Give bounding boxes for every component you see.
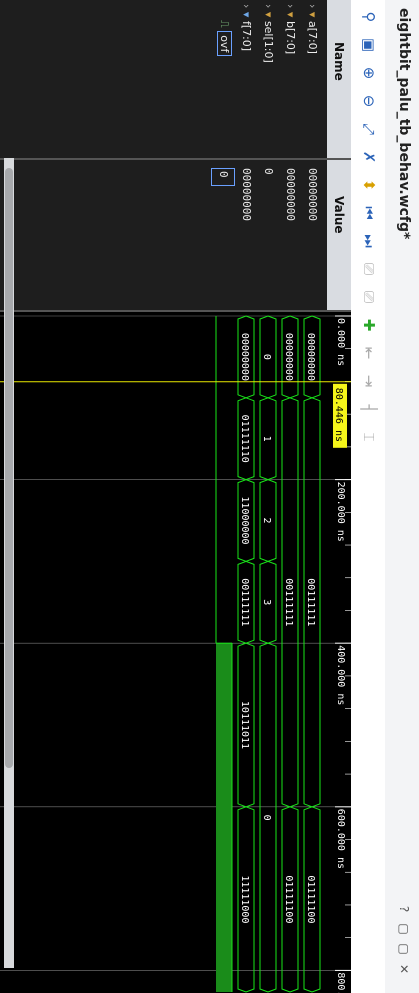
value-column: Value 00000000 00000000 0 00000000 0 bbox=[0, 158, 351, 312]
bus-value-f: 00111111 bbox=[239, 578, 250, 626]
search-icon[interactable]: ⚲ bbox=[358, 6, 380, 28]
bus-value-f: 11111000 bbox=[239, 875, 250, 923]
signal-name: a[7:0] bbox=[306, 20, 319, 54]
scrollbar-thumb[interactable] bbox=[5, 168, 13, 768]
signal-row-b[interactable]: › ▾ b[7:0] bbox=[279, 4, 301, 54]
goto-cursor-icon[interactable]: ⬍ bbox=[358, 174, 380, 196]
time-tick-label: 0.000 ns bbox=[335, 318, 346, 366]
waveform-area[interactable]: 0.000 ns 200.000 ns 400.000 ns 600.000 ns 80… bbox=[0, 310, 351, 993]
close-icon[interactable]: ✕ bbox=[397, 962, 411, 976]
bus-value-b: 00111111 bbox=[283, 578, 294, 626]
bus-value-sel: 0 bbox=[261, 354, 272, 360]
bus-value-f: 11000000 bbox=[239, 496, 250, 544]
value-header: Value bbox=[327, 160, 351, 312]
bus-value-f: 01111110 bbox=[239, 415, 250, 463]
restore-icon[interactable]: ▢ bbox=[397, 922, 411, 936]
zoom-fit-icon[interactable]: ⤢ bbox=[358, 118, 380, 140]
waveform-window: eightbit_palu_tb_behav.wcfg* ? ▢ ▢ ✕ ⚲ ▣… bbox=[0, 0, 419, 993]
name-header-label: Name bbox=[332, 42, 346, 81]
goto-end-icon[interactable]: ⏭ bbox=[358, 230, 380, 252]
expand-icon[interactable]: › bbox=[240, 4, 253, 8]
bus-value-f: 10111011 bbox=[239, 701, 250, 749]
bus-value-b: 01111100 bbox=[283, 875, 294, 923]
name-header: Name bbox=[327, 0, 351, 158]
title-bar: eightbit_palu_tb_behav.wcfg* ? ▢ ▢ ✕ bbox=[384, 0, 419, 993]
signal-row-f[interactable]: › ▾ f[7:0] bbox=[235, 4, 257, 51]
bus-icon: ▾ bbox=[262, 11, 275, 18]
signal-row-ovf[interactable]: ⎍ ovf bbox=[213, 20, 235, 57]
cursor-icon[interactable]: ✗ bbox=[358, 146, 380, 168]
signal-row-a[interactable]: › ▾ a[7:0] bbox=[301, 4, 323, 54]
toolbar: ⚲ ▣ ⊕ ⊖ ⤢ ✗ ⬍ ⏮ ⏭ ⎚ ⎚ ✚ ⇤ ⇥ ┤ ⌶ ⚙ bbox=[316, 0, 385, 993]
signal-name: ovf bbox=[217, 31, 232, 57]
maximize-icon[interactable]: ▢ bbox=[397, 942, 411, 956]
bus-value-a: 00111111 bbox=[305, 578, 316, 626]
name-column: Name › ▾ a[7:0] › ▾ b[7:0] › ▾ sel[1:0] … bbox=[0, 0, 351, 158]
time-tick-label: 600.000 ns bbox=[335, 809, 346, 869]
time-tick-label: 800.000 ns bbox=[335, 972, 346, 993]
signal-value-b: 00000000 bbox=[284, 168, 297, 221]
bus-value-f: 00000000 bbox=[239, 333, 250, 381]
bus-value-sel: 2 bbox=[261, 517, 272, 523]
bus-value-sel: 1 bbox=[261, 436, 272, 442]
help-icon[interactable]: ? bbox=[397, 902, 411, 916]
goto-start-icon[interactable]: ⏮ bbox=[358, 202, 380, 224]
bus-icon: ▾ bbox=[284, 11, 297, 18]
bus-value-a: 00000000 bbox=[305, 333, 316, 381]
time-tick-label: 400.000 ns bbox=[335, 645, 346, 705]
next-marker-icon[interactable]: ⇥ bbox=[358, 370, 380, 392]
expand-icon[interactable]: › bbox=[306, 4, 319, 8]
signal-name: f[7:0] bbox=[240, 20, 253, 52]
waveform-canvas[interactable]: 0.000 ns 200.000 ns 400.000 ns 600.000 ns 80… bbox=[0, 312, 351, 993]
signal-row-sel[interactable]: › ▾ sel[1:0] bbox=[257, 4, 279, 63]
window-title: eightbit_palu_tb_behav.wcfg* bbox=[396, 8, 412, 240]
bus-icon: ▾ bbox=[240, 11, 253, 18]
signal-name: b[7:0] bbox=[284, 20, 297, 55]
next-transition-icon[interactable]: ⎚ bbox=[358, 286, 380, 308]
signal-value-sel: 0 bbox=[262, 168, 275, 175]
bus-value-sel: 3 bbox=[261, 599, 272, 605]
bit-icon: ⎍ bbox=[218, 20, 231, 28]
bus-value-b: 00000000 bbox=[283, 333, 294, 381]
zoom-in-icon[interactable]: ⊕ bbox=[358, 62, 380, 84]
horizontal-scrollbar[interactable] bbox=[4, 158, 14, 968]
signal-value-f: 00000000 bbox=[240, 168, 253, 221]
swap-cursor-icon[interactable]: ┤ bbox=[358, 398, 380, 420]
previous-transition-icon[interactable]: ⎚ bbox=[358, 258, 380, 280]
expand-icon[interactable]: › bbox=[262, 4, 275, 8]
snap-icon[interactable]: ⌶ bbox=[358, 426, 380, 448]
save-icon[interactable]: ▣ bbox=[358, 34, 380, 56]
time-tick-label: 200.000 ns bbox=[335, 482, 346, 542]
signal-value-ovf: 0 bbox=[211, 168, 235, 186]
expand-icon[interactable]: › bbox=[284, 4, 297, 8]
bus-value-sel: 0 bbox=[261, 815, 272, 821]
cursor-time-label: 80.446 ns bbox=[333, 388, 344, 442]
zoom-out-icon[interactable]: ⊖ bbox=[358, 90, 380, 112]
add-marker-icon[interactable]: ✚ bbox=[358, 314, 380, 336]
previous-marker-icon[interactable]: ⇤ bbox=[358, 342, 380, 364]
signal-name: sel[1:0] bbox=[262, 20, 275, 63]
signal-value-a: 00000000 bbox=[306, 168, 319, 221]
ovf-high-fill bbox=[216, 643, 232, 992]
bus-icon: ▾ bbox=[306, 11, 319, 18]
value-header-label: Value bbox=[332, 196, 346, 234]
bus-value-a: 01111100 bbox=[305, 875, 316, 923]
